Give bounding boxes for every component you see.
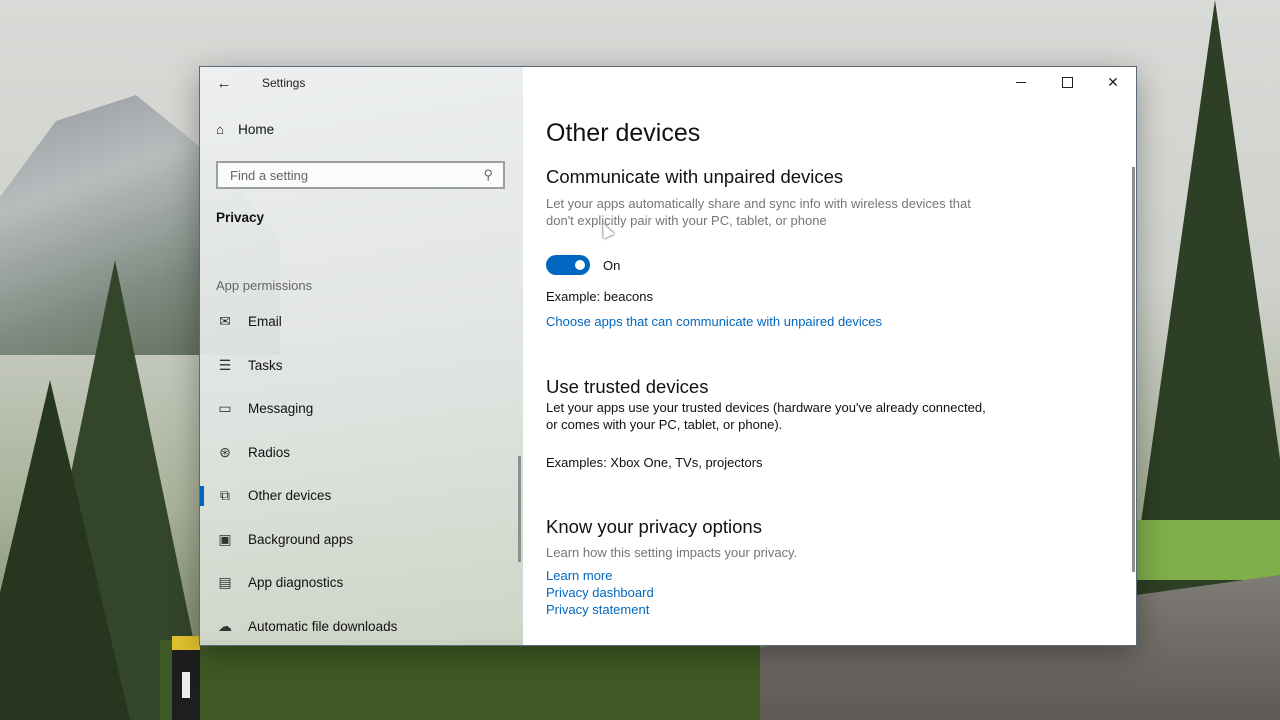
privacy-description: Learn how this setting impacts your priv… [546,545,798,560]
choose-apps-link[interactable]: Choose apps that can communicate with un… [546,314,882,329]
window-title: Settings [262,76,306,90]
page-title: Other devices [546,119,701,147]
back-button[interactable]: ← [200,67,248,99]
search-icon[interactable]: ⚲ [483,167,493,183]
content-scrollbar[interactable] [1132,167,1135,572]
unpaired-heading: Communicate with unpaired devices [546,166,844,187]
window-controls: ✕ [998,67,1136,97]
learn-more-link[interactable]: Learn more [546,568,612,583]
sidebar-item-label: Background apps [248,531,354,547]
close-icon: ✕ [1107,73,1119,90]
meadow [1136,520,1280,580]
sidebar-item-other-devices[interactable]: ⧉ Other devices [200,474,523,518]
nav-list: ✉ Email ☰ Tasks ▭ Messaging ⊛ Radios ⧉ O… [200,300,523,648]
sidebar-item-label: Messaging [248,401,314,417]
cloud-icon: ☁ [218,617,232,634]
sidebar-item-background-apps[interactable]: ▣ Background apps [200,518,523,562]
maximize-icon [1061,76,1073,88]
group-header: App permissions [216,278,313,293]
sidebar: ← Settings ⌂ Home ⚲ Privacy App permissi… [200,67,523,645]
privacy-statement-link[interactable]: Privacy statement [546,602,649,617]
sidebar-item-label: Tasks [248,357,283,373]
sidebar-item-radios[interactable]: ⊛ Radios [200,431,523,475]
minimize-icon [1016,81,1026,83]
search-box[interactable]: ⚲ [216,161,505,189]
sidebar-item-messaging[interactable]: ▭ Messaging [200,387,523,431]
sidebar-item-app-diagnostics[interactable]: ▤ App diagnostics [200,561,523,605]
home-label: Home [238,122,275,137]
sidebar-item-automatic-file-downloads[interactable]: ☁ Automatic file downloads [200,605,523,649]
other-devices-icon: ⧉ [220,487,230,504]
toggle-state-label: On [603,257,621,273]
settings-window: ← Settings ⌂ Home ⚲ Privacy App permissi… [200,67,1136,645]
trusted-examples: Examples: Xbox One, TVs, projectors [546,455,763,470]
sidebar-item-email[interactable]: ✉ Email [200,300,523,344]
radio-antenna-icon: ⊛ [219,443,231,460]
trusted-description: Let your apps use your trusted devices (… [546,400,986,432]
home-icon: ⌂ [216,122,225,137]
back-arrow-icon: ← [216,74,232,92]
grass [160,640,760,720]
home-link[interactable]: ⌂ Home [216,122,274,137]
sidebar-item-label: Radios [248,444,291,460]
sidebar-item-tasks[interactable]: ☰ Tasks [200,344,523,388]
background-apps-icon: ▣ [218,530,232,547]
maximize-button[interactable] [1044,67,1090,97]
search-input[interactable] [228,166,484,184]
sidebar-item-label: Automatic file downloads [248,618,398,634]
road-post [172,636,200,720]
sidebar-item-label: Email [248,314,282,330]
minimize-button[interactable] [998,67,1044,97]
sidebar-scrollbar[interactable] [518,456,521,562]
content-pane: ✕ Other devices Communicate with unpaire… [523,67,1136,645]
unpaired-example: Example: beacons [546,289,653,304]
tree [1130,0,1280,600]
unpaired-description: Let your apps automatically share and sy… [546,196,971,228]
messaging-icon: ▭ [218,400,232,417]
sidebar-item-label: Other devices [248,488,332,504]
privacy-heading: Know your privacy options [546,516,762,537]
title-bar: ← Settings [200,67,523,99]
close-button[interactable]: ✕ [1090,67,1136,97]
trusted-heading: Use trusted devices [546,376,709,397]
unpaired-toggle-row: On [546,255,620,275]
privacy-dashboard-link[interactable]: Privacy dashboard [546,585,654,600]
unpaired-toggle-switch[interactable] [546,255,590,275]
mail-icon: ✉ [219,313,231,330]
section-title: Privacy [216,210,265,225]
diagnostics-icon: ▤ [218,574,232,591]
sidebar-item-label: App diagnostics [248,575,344,591]
tasks-icon: ☰ [218,356,232,373]
